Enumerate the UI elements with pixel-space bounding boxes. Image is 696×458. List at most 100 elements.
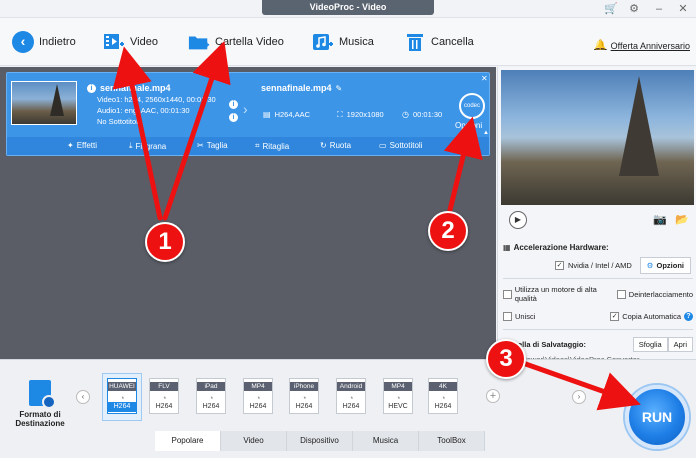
- tab-device[interactable]: Dispositivo: [287, 431, 353, 451]
- preview-controls: ▶ 📷 📂: [501, 208, 694, 232]
- add-folder-label: Cartella Video: [215, 36, 284, 48]
- remove-file-icon[interactable]: ✕: [481, 74, 488, 83]
- delete-button[interactable]: Cancella: [404, 28, 474, 56]
- gear-icon[interactable]: ⚙: [627, 2, 641, 16]
- video-track-info-icon[interactable]: i: [229, 100, 238, 109]
- format-codec: H264: [434, 403, 452, 410]
- hw-title-label: Accelerazione Hardware:: [513, 243, 609, 252]
- preview-image-tower: [619, 76, 659, 176]
- format-item-iphone[interactable]: iPhone ◔ H264: [286, 378, 322, 416]
- hq-engine-checkbox[interactable]: [503, 289, 512, 299]
- deinterlace-option[interactable]: Deinterlacciamento: [616, 285, 693, 303]
- cart-icon[interactable]: 🛒: [604, 2, 618, 16]
- autocopy-checkbox[interactable]: ✓: [610, 312, 620, 321]
- format-codec: H264: [249, 403, 267, 410]
- hardware-acceleration-section: ▦ Accelerazione Hardware: ✓ Nvidia / Int…: [503, 243, 693, 364]
- snapshot-icon[interactable]: 📷: [653, 213, 667, 226]
- crop-label: Ritaglia: [262, 141, 290, 151]
- output-filename[interactable]: sennafinale.mp4: [261, 83, 332, 94]
- right-panel: ▶ 📷 📂 ▦ Accelerazione Hardware: ✓ Nvidia…: [497, 67, 696, 364]
- format-item-flv[interactable]: FLV ◔ H264: [146, 378, 182, 416]
- crop-button[interactable]: ⌗ Ritaglia: [255, 141, 289, 151]
- destination-format-button[interactable]: Formato di Destinazione: [12, 380, 68, 428]
- resolution-icon: ⛶: [337, 110, 343, 119]
- delete-label: Cancella: [431, 36, 474, 48]
- merge-label: Unisci: [515, 312, 536, 321]
- rotate-button[interactable]: ↻ Ruota: [320, 141, 351, 150]
- music-add-icon: [313, 34, 333, 50]
- format-item-ipad[interactable]: iPad ◔ H264: [193, 378, 229, 416]
- format-item-mp4[interactable]: MP4 ◔ H264: [240, 378, 276, 416]
- subtitle-track-info: No Sottotitoli: [97, 117, 140, 126]
- format-bar: Formato di Destinazione ‹ HUAWEI ◔ H264 FL…: [0, 359, 696, 458]
- open-folder-button[interactable]: Apri: [667, 337, 693, 352]
- back-button[interactable]: ‹ Indietro: [12, 28, 76, 56]
- merge-option[interactable]: Unisci: [503, 312, 535, 321]
- format-item-android[interactable]: Android ◔ H264: [333, 378, 369, 416]
- window-title: VideoProc - Video: [262, 0, 434, 15]
- convert-arrow-icon: ›: [243, 101, 248, 117]
- autocopy-help-icon[interactable]: ?: [684, 312, 693, 321]
- add-video-button[interactable]: Video: [103, 28, 158, 56]
- merge-checkbox[interactable]: [503, 312, 512, 321]
- video-thumbnail[interactable]: [11, 81, 77, 125]
- rotate-icon: ↻: [320, 141, 327, 150]
- add-music-button[interactable]: Musica: [312, 28, 374, 56]
- output-duration-value: 00:01:30: [412, 110, 443, 119]
- browse-button[interactable]: Sfoglia: [632, 337, 668, 352]
- offer-label: Offerta Anniversario: [610, 40, 690, 51]
- autocopy-label: Copia Automatica: [622, 312, 681, 321]
- format-codec: HEVC: [388, 403, 408, 410]
- scissors-icon: ✂: [197, 141, 204, 150]
- audio-track-info-icon[interactable]: i: [229, 113, 238, 122]
- format-name: MP4: [384, 382, 412, 391]
- trash-icon: [407, 34, 423, 51]
- file-list-area: i sennafinale.mp4 Video1: h264, 2560x144…: [0, 67, 496, 359]
- source-info: i sennafinale.mp4 Video1: h264, 2560x144…: [87, 83, 216, 127]
- subtitles-button[interactable]: ▭ Sottotitoli: [379, 141, 422, 150]
- annotation-number-1: 1: [145, 222, 185, 262]
- tab-music[interactable]: Musica: [353, 431, 419, 451]
- edit-name-icon[interactable]: ✎: [336, 83, 343, 94]
- format-item-huawei[interactable]: HUAWEI ◔ H264: [104, 378, 140, 416]
- watermark-button[interactable]: ⤓ Filigrana: [129, 141, 166, 151]
- deinterlace-label: Deinterlacciamento: [628, 289, 693, 299]
- tab-popular[interactable]: Popolare: [155, 431, 221, 451]
- deinterlace-checkbox[interactable]: [616, 289, 626, 299]
- clock-icon: ◷: [402, 110, 409, 119]
- autocopy-option[interactable]: ✓ Copia Automatica?: [610, 312, 693, 321]
- codec-options-label[interactable]: Opzioni: [455, 121, 482, 130]
- hw-options-button[interactable]: ⚙ Opzioni: [639, 257, 692, 274]
- run-button[interactable]: RUN: [625, 385, 689, 449]
- play-button[interactable]: ▶: [509, 211, 527, 229]
- scroll-right-button[interactable]: ›: [572, 390, 586, 404]
- format-name: iPhone: [290, 382, 318, 391]
- hq-engine-option[interactable]: Utilizza un motore di alta qualità: [503, 285, 617, 303]
- add-folder-button[interactable]: Cartella Video: [188, 28, 284, 56]
- video-preview[interactable]: [501, 70, 694, 205]
- annotation-number-3: 3: [486, 339, 526, 379]
- anniversary-offer-link[interactable]: 🔔 Offerta Anniversario: [594, 40, 690, 51]
- format-item-4k[interactable]: 4K ◔ H264: [425, 378, 461, 416]
- output-codec: ▤ H264,AAC: [263, 109, 310, 120]
- file-item-card[interactable]: i sennafinale.mp4 Video1: h264, 2560x144…: [6, 72, 490, 156]
- format-codec: H264: [155, 403, 173, 410]
- effects-label: Effetti: [76, 141, 98, 150]
- tab-video[interactable]: Video: [221, 431, 287, 451]
- hw-checkbox[interactable]: ✓: [555, 261, 564, 270]
- format-item-mp4-hevc[interactable]: MP4 ◔ HEVC: [380, 378, 416, 416]
- close-icon[interactable]: ✕: [676, 2, 690, 16]
- info-icon[interactable]: i: [87, 84, 96, 93]
- hq-engine-label: Utilizza un motore di alta qualità: [514, 285, 597, 303]
- effects-button[interactable]: ✦ Effetti: [67, 141, 97, 150]
- scroll-left-button[interactable]: ‹: [76, 390, 90, 404]
- format-codec: H264: [295, 403, 313, 410]
- codec-options-button[interactable]: codec: [459, 93, 485, 119]
- hw-option-label: Nvidia / Intel / AMD: [568, 261, 632, 270]
- tab-toolbox[interactable]: ToolBox: [419, 431, 485, 451]
- effects-icon: ✦: [67, 141, 74, 150]
- trim-button[interactable]: ✂ Taglia: [197, 141, 228, 150]
- folder-open-icon[interactable]: 📂: [675, 213, 689, 226]
- minimize-icon[interactable]: –: [652, 2, 666, 16]
- add-format-button[interactable]: +: [486, 389, 500, 403]
